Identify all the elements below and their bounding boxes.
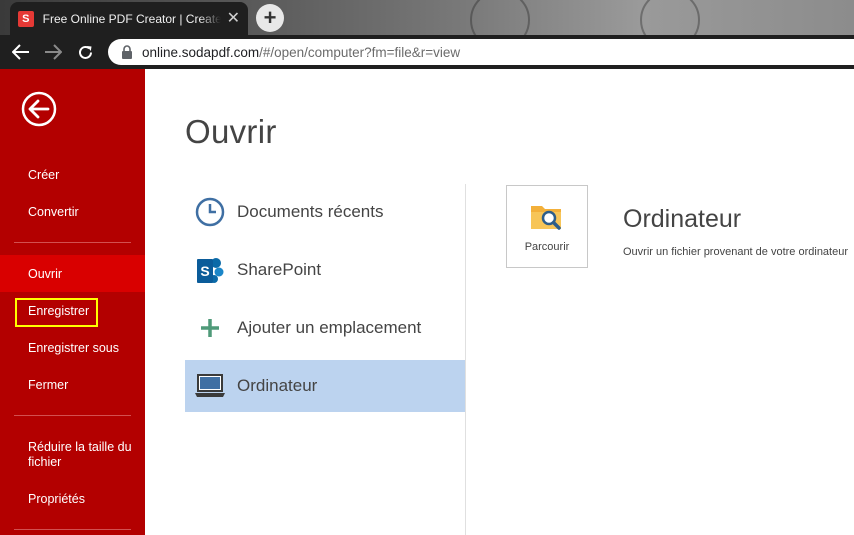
browser-toolbar: online.sodapdf.com/#/open/computer?fm=fi… — [0, 35, 854, 69]
browser-tab[interactable]: S Free Online PDF Creator | Create ✕ — [10, 2, 248, 35]
svg-text:S: S — [200, 263, 209, 279]
detail-description: Ouvrir un fichier provenant de votre ord… — [623, 246, 849, 258]
menu-divider — [14, 529, 131, 530]
favicon-icon: S — [18, 10, 34, 27]
highlight-box — [15, 298, 98, 327]
tab-strip: S Free Online PDF Creator | Create ✕ + — [0, 0, 854, 35]
menu-item-fermer[interactable]: Fermer — [0, 373, 145, 397]
browse-button[interactable]: Parcourir — [506, 185, 588, 268]
location-add-place[interactable]: Ajouter un emplacement — [185, 302, 465, 354]
browse-label: Parcourir — [524, 241, 570, 253]
location-label: Documents récents — [237, 202, 384, 221]
clock-icon — [194, 196, 226, 228]
menu-item-ouvrir[interactable]: Ouvrir — [0, 255, 145, 292]
close-tab-icon[interactable]: ✕ — [227, 10, 240, 27]
folder-search-icon — [531, 206, 561, 230]
laptop-icon — [194, 370, 226, 402]
back-button[interactable] — [21, 91, 57, 127]
location-computer[interactable]: Ordinateur — [185, 360, 465, 412]
panel-divider — [465, 184, 466, 535]
menu-item-reduire-taille[interactable]: Réduire la taille du fichier — [0, 439, 145, 471]
url-text: online.sodapdf.com/#/open/computer?fm=fi… — [142, 44, 461, 60]
plus-icon — [194, 312, 226, 344]
forward-arrow-icon[interactable] — [43, 42, 63, 62]
menu-item-enregistrer-sous[interactable]: Enregistrer sous — [0, 336, 145, 360]
detail-title: Ordinateur — [623, 205, 742, 233]
location-label: Ordinateur — [237, 376, 318, 395]
menu-item-creer[interactable]: Créer — [0, 163, 145, 187]
background-decoration — [640, 0, 700, 35]
tab-title: Free Online PDF Creator | Create — [42, 11, 221, 26]
lock-icon[interactable] — [118, 43, 136, 61]
menu-divider — [14, 242, 131, 243]
location-sharepoint[interactable]: S SharePoint — [185, 244, 465, 296]
menu-divider — [14, 415, 131, 416]
new-tab-button[interactable]: + — [256, 4, 284, 32]
sharepoint-icon: S — [194, 254, 226, 286]
back-arrow-icon[interactable] — [11, 42, 31, 62]
menu-item-proprietes[interactable]: Propriétés — [0, 487, 145, 511]
location-label: SharePoint — [237, 260, 322, 279]
sidebar: Créer Convertir Ouvrir Enregistrer Enreg… — [0, 69, 145, 535]
back-circle-icon — [21, 91, 57, 127]
location-recent-documents[interactable]: Documents récents — [185, 186, 465, 238]
page-title: Ouvrir — [185, 113, 277, 150]
location-label: Ajouter un emplacement — [237, 318, 422, 337]
background-decoration — [470, 0, 530, 35]
menu-item-convertir[interactable]: Convertir — [0, 200, 145, 224]
reload-icon[interactable] — [75, 42, 95, 62]
address-bar[interactable]: online.sodapdf.com/#/open/computer?fm=fi… — [108, 39, 854, 65]
